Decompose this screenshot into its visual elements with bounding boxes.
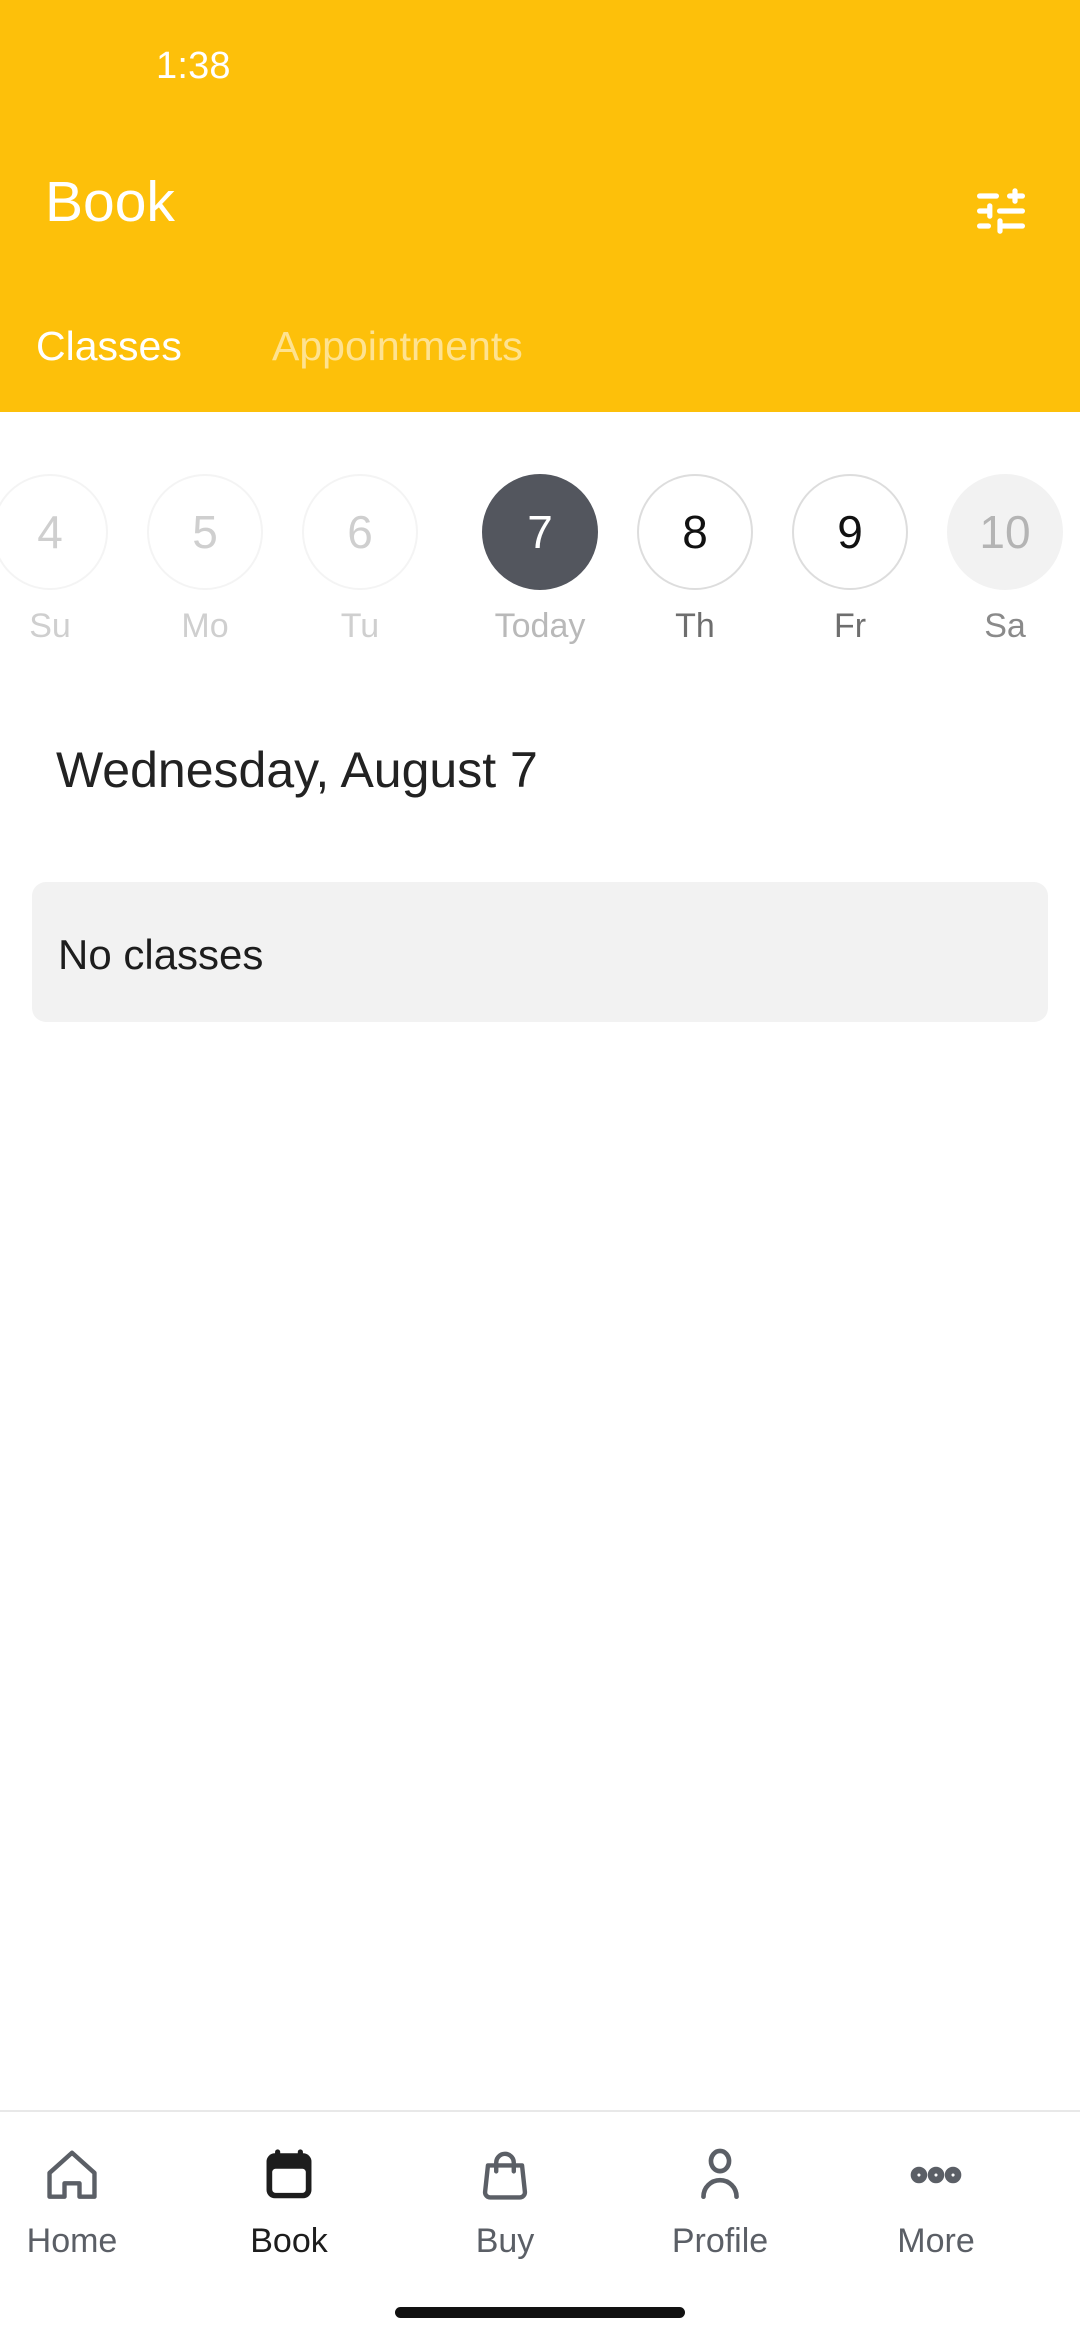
filter-button[interactable] bbox=[958, 168, 1044, 254]
nav-item-book[interactable]: Book bbox=[181, 2138, 397, 2288]
nav-item-home[interactable]: Home bbox=[0, 2138, 180, 2288]
date-chip-number: 8 bbox=[637, 474, 753, 590]
status-bar-clock: 1:38 bbox=[156, 45, 231, 87]
date-chip-6[interactable]: 6 Tu bbox=[293, 474, 427, 644]
nav-label-more: More bbox=[897, 2222, 975, 2260]
app-screen: 1:38 Book Classes Appointments 4 Su 5 Mo… bbox=[0, 0, 1080, 2340]
nav-label-home: Home bbox=[26, 2222, 118, 2260]
no-classes-card: No classes bbox=[32, 882, 1048, 1022]
tune-sliders-icon bbox=[977, 188, 1025, 234]
ellipsis-icon bbox=[905, 2138, 967, 2212]
date-selector-strip[interactable]: 4 Su 5 Mo 6 Tu 7 Today 8 Th 9 Fr 10 Sa bbox=[0, 412, 1080, 672]
app-header: 1:38 Book Classes Appointments bbox=[0, 0, 1080, 412]
selected-date-heading: Wednesday, August 7 bbox=[56, 742, 538, 798]
date-chip-number: 5 bbox=[147, 474, 263, 590]
nav-label-buy: Buy bbox=[475, 2222, 535, 2260]
date-chip-8[interactable]: 8 Th bbox=[628, 474, 762, 644]
date-chip-number: 7 bbox=[482, 474, 598, 590]
nav-item-buy[interactable]: Buy bbox=[397, 2138, 613, 2288]
date-chip-4[interactable]: 4 Su bbox=[0, 474, 117, 644]
nav-label-profile: Profile bbox=[671, 2222, 769, 2260]
date-chip-label: Su bbox=[29, 607, 71, 645]
date-chip-label: Mo bbox=[181, 607, 229, 645]
nav-label-book: Book bbox=[250, 2222, 328, 2260]
house-icon bbox=[41, 2138, 103, 2212]
date-chip-number: 10 bbox=[947, 474, 1063, 590]
home-indicator bbox=[395, 2307, 685, 2318]
date-chip-number: 6 bbox=[302, 474, 418, 590]
bottom-navigation-bar: Home Book Buy Profile More bbox=[0, 2110, 1080, 2340]
tab-appointments[interactable]: Appointments bbox=[272, 322, 523, 370]
no-classes-text: No classes bbox=[58, 931, 264, 978]
person-icon bbox=[689, 2138, 751, 2212]
date-chip-label: Th bbox=[675, 607, 715, 645]
date-chip-10[interactable]: 10 Sa bbox=[938, 474, 1072, 644]
app-bar: Book bbox=[0, 110, 1080, 300]
date-chip-label: Tu bbox=[340, 607, 380, 645]
date-chip-number: 9 bbox=[792, 474, 908, 590]
shopping-bag-icon bbox=[474, 2138, 536, 2212]
calendar-icon bbox=[258, 2138, 320, 2212]
nav-item-profile[interactable]: Profile bbox=[612, 2138, 828, 2288]
date-chip-9[interactable]: 9 Fr bbox=[783, 474, 917, 644]
nav-item-more[interactable]: More bbox=[828, 2138, 1044, 2288]
date-chip-label: Sa bbox=[984, 607, 1026, 645]
date-chip-label: Today bbox=[494, 607, 586, 645]
date-chip-label: Fr bbox=[833, 607, 867, 645]
date-chip-number: 4 bbox=[0, 474, 108, 590]
date-chip-5[interactable]: 5 Mo bbox=[138, 474, 272, 644]
status-bar: 1:38 bbox=[0, 0, 1080, 110]
header-tabs: Classes Appointments bbox=[0, 300, 1080, 412]
tab-classes[interactable]: Classes bbox=[36, 322, 182, 370]
page-title: Book bbox=[45, 170, 175, 234]
date-chip-7-today[interactable]: 7 Today bbox=[473, 474, 607, 644]
